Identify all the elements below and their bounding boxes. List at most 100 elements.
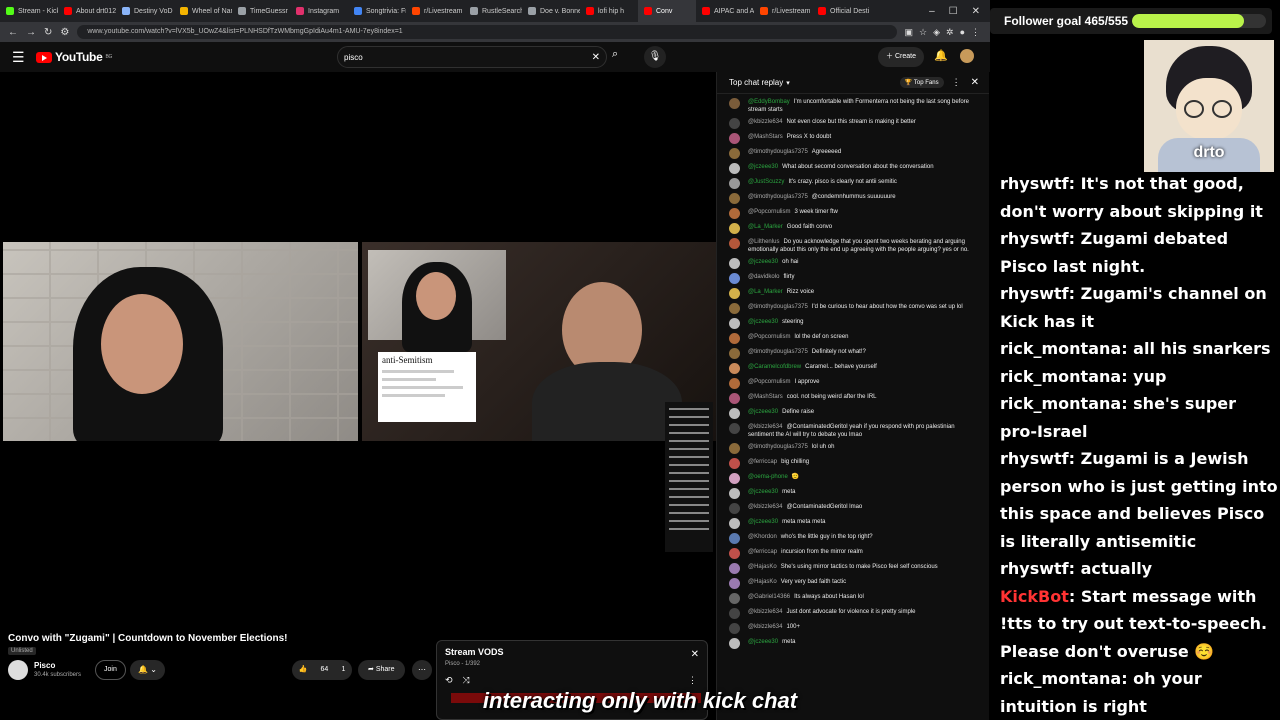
- chat-author[interactable]: @MashStars: [748, 394, 783, 400]
- chat-avatar[interactable]: [729, 518, 740, 529]
- chat-avatar[interactable]: [729, 208, 740, 219]
- chat-author[interactable]: @Gabriel14366: [748, 594, 790, 600]
- chat-message[interactable]: @timothydouglas7375 lol uh oh: [729, 443, 981, 454]
- chat-avatar[interactable]: [729, 348, 740, 359]
- chat-author[interactable]: @jczeee30: [748, 409, 778, 415]
- account-avatar[interactable]: [960, 49, 974, 63]
- chat-message[interactable]: @Caramelcofdbrew Caramel... behave yourse…: [729, 363, 981, 374]
- chat-avatar[interactable]: [729, 533, 740, 544]
- chat-author[interactable]: @kbizzle634: [748, 119, 782, 125]
- browser-tab[interactable]: Instagram: [290, 0, 348, 22]
- chat-author[interactable]: @jczeee30: [748, 319, 778, 325]
- chat-avatar[interactable]: [729, 548, 740, 559]
- microphone-icon[interactable]: 🎙: [644, 46, 666, 68]
- chat-message[interactable]: @kbizzle634 @ContaminatedGeritol lmao: [729, 503, 981, 514]
- chat-author[interactable]: @Lilthenlus: [748, 239, 779, 245]
- youtube-logo[interactable]: YouTube BG: [36, 50, 112, 64]
- chat-author[interactable]: @oema-phone: [748, 474, 788, 480]
- chat-message[interactable]: @Popcornulism lol the def on screen: [729, 333, 981, 344]
- share-button[interactable]: ➦ Share: [358, 660, 405, 680]
- chat-message[interactable]: @kbizzle634 Not even close but this strea…: [729, 118, 981, 129]
- chat-message[interactable]: @EddyBombay I'm uncomfortable with Formen…: [729, 98, 981, 114]
- chat-author[interactable]: @ferriccap: [748, 549, 777, 555]
- playlist-title[interactable]: Stream VODS: [445, 647, 699, 657]
- chat-message[interactable]: @Popcornulism 3 week timer ftw: [729, 208, 981, 219]
- chat-avatar[interactable]: [729, 193, 740, 204]
- chat-author[interactable]: @timothydouglas7375: [748, 149, 808, 155]
- chat-message[interactable]: @ferriccap incursion from the mirror real…: [729, 548, 981, 559]
- chat-avatar[interactable]: [729, 258, 740, 269]
- browser-tab[interactable]: Conv: [638, 0, 696, 22]
- chat-message[interactable]: @timothydouglas7375 I'd be curious to hea…: [729, 303, 981, 314]
- chat-message[interactable]: @jczeee30 What about secomd conversation …: [729, 163, 981, 174]
- chat-author[interactable]: @La_Marker: [748, 224, 783, 230]
- chat-avatar[interactable]: [729, 563, 740, 574]
- chat-avatar[interactable]: [729, 503, 740, 514]
- browser-tab[interactable]: About drt0123: [58, 0, 116, 22]
- chat-avatar[interactable]: [729, 118, 740, 129]
- video-player[interactable]: anti-Semitism: [0, 72, 716, 624]
- browser-menu-icon[interactable]: ⋮: [971, 27, 980, 38]
- chat-author[interactable]: @timothydouglas7375: [748, 444, 808, 450]
- chat-message[interactable]: @HajasKo She's using mirror tactics to ma…: [729, 563, 981, 574]
- chat-author[interactable]: @jczeee30: [748, 519, 778, 525]
- chat-message[interactable]: @jczeee30 steering: [729, 318, 981, 329]
- clear-search-icon[interactable]: ✕: [592, 52, 600, 63]
- browser-tab[interactable]: Stream - Kick: [0, 0, 58, 22]
- browser-tab[interactable]: RustleSearch: [464, 0, 522, 22]
- chat-avatar[interactable]: [729, 488, 740, 499]
- chat-message[interactable]: @timothydouglas7375 Agreeeeed: [729, 148, 981, 159]
- subscription-bell-button[interactable]: 🔔 ⌄: [130, 660, 165, 680]
- channel-name[interactable]: Pisco: [34, 661, 55, 670]
- browser-tab[interactable]: r/Livestream: [406, 0, 464, 22]
- back-icon[interactable]: ←: [8, 27, 18, 38]
- chat-author[interactable]: @kbizzle634: [748, 624, 782, 630]
- chat-message[interactable]: @La_Marker Good faith convo: [729, 223, 981, 234]
- chat-avatar[interactable]: [729, 98, 740, 109]
- chat-message[interactable]: @kbizzle634 @ContaminatedGeritol yeah if …: [729, 423, 981, 439]
- chat-message[interactable]: @jczeee30 meta: [729, 488, 981, 499]
- chat-avatar[interactable]: [729, 393, 740, 404]
- chat-author[interactable]: @Popcornulism: [748, 334, 790, 340]
- chat-author[interactable]: @jczeee30: [748, 259, 778, 265]
- chat-avatar[interactable]: [729, 148, 740, 159]
- screenshot-icon[interactable]: ▣: [905, 27, 914, 38]
- chat-avatar[interactable]: [729, 473, 740, 484]
- chat-message[interactable]: @MashStars Press X to doubt: [729, 133, 981, 144]
- more-actions-icon[interactable]: ⋯: [412, 660, 432, 680]
- chat-avatar[interactable]: [729, 608, 740, 619]
- chat-avatar[interactable]: [729, 593, 740, 604]
- chat-message[interactable]: @La_Marker Rizz voice: [729, 288, 981, 299]
- chat-avatar[interactable]: [729, 238, 740, 249]
- shuffle-icon[interactable]: ⤨: [463, 675, 470, 686]
- chat-author[interactable]: @ferriccap: [748, 459, 777, 465]
- search-icon[interactable]: ⌕: [612, 48, 618, 61]
- profile-icon[interactable]: ●: [960, 27, 965, 38]
- chat-message[interactable]: @JustScuzzy It's crazy. pisco is clearly …: [729, 178, 981, 189]
- chat-author[interactable]: @kbizzle634: [748, 504, 782, 510]
- hamburger-menu-icon[interactable]: ☰: [12, 49, 28, 66]
- browser-tab[interactable]: TimeGuessr: [232, 0, 290, 22]
- browser-tab[interactable]: AIPAC and A: [696, 0, 754, 22]
- chat-author[interactable]: @kbizzle634: [748, 609, 782, 615]
- chat-avatar[interactable]: [729, 638, 740, 649]
- chat-message[interactable]: @jczeee30 Define raise: [729, 408, 981, 419]
- chat-avatar[interactable]: [729, 288, 740, 299]
- chat-message[interactable]: @Gabriel14366 Its always about Hasan lol: [729, 593, 981, 604]
- playlist-menu-icon[interactable]: ⋮: [688, 675, 697, 686]
- close-window-icon[interactable]: ✕: [972, 6, 980, 17]
- chat-author[interactable]: @Caramelcofdbrew: [748, 364, 801, 370]
- minimize-icon[interactable]: –: [929, 6, 935, 17]
- chat-message[interactable]: @kbizzle634 100+: [729, 623, 981, 634]
- chat-message[interactable]: @davidkolo flirty: [729, 273, 981, 284]
- chat-message[interactable]: @oema-phone 🫡: [729, 473, 981, 484]
- chat-author[interactable]: @HajasKo: [748, 564, 777, 570]
- dislike-count[interactable]: 1: [341, 660, 345, 680]
- chat-avatar[interactable]: [729, 163, 740, 174]
- chat-author[interactable]: @jczeee30: [748, 164, 778, 170]
- puzzle-icon[interactable]: ✲: [946, 27, 954, 38]
- chat-author[interactable]: @timothydouglas7375: [748, 349, 808, 355]
- chat-author[interactable]: @Popcornulism: [748, 379, 790, 385]
- chat-message[interactable]: @Popcornulism I approve: [729, 378, 981, 389]
- chat-mode-dropdown[interactable]: Top chat replay: [729, 78, 783, 87]
